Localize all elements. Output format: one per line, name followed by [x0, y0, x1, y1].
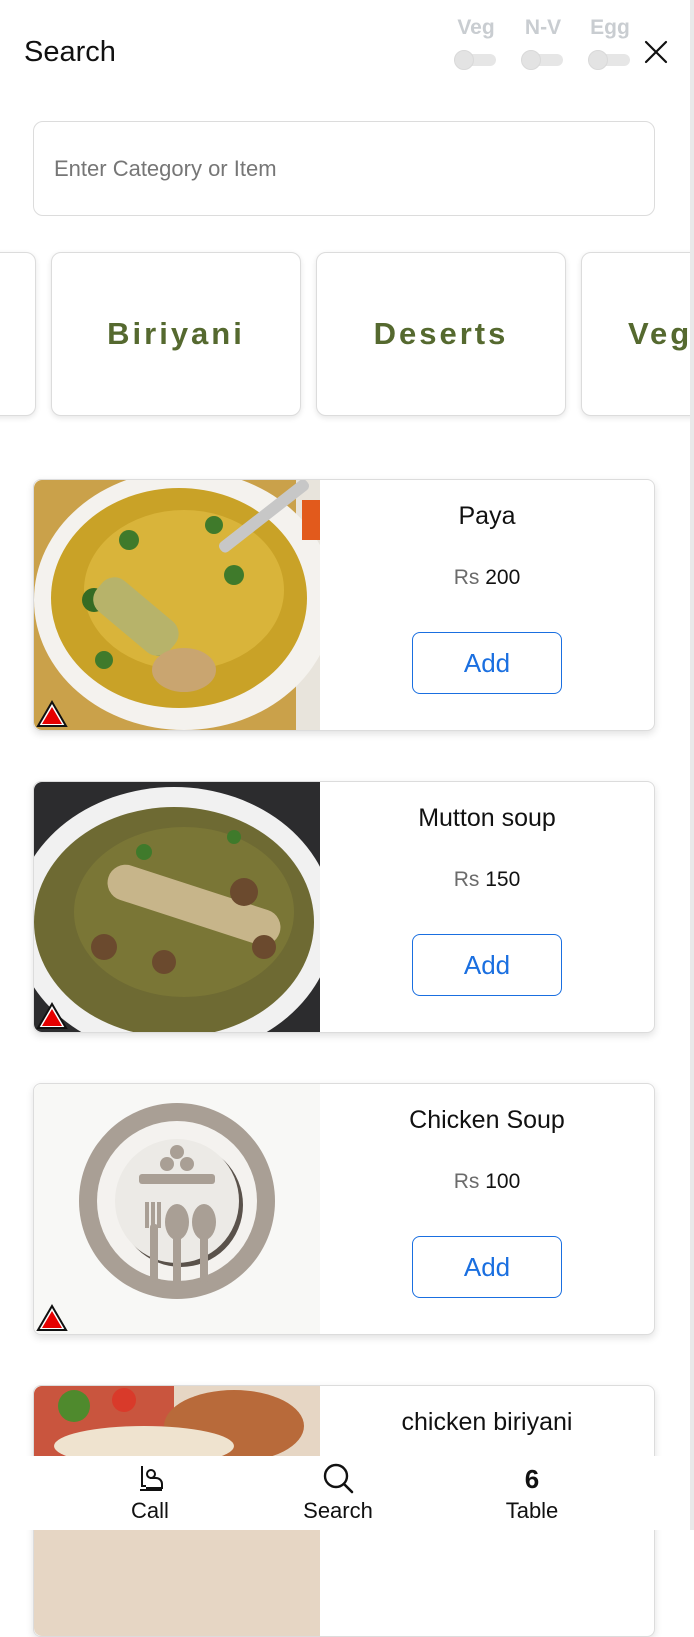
soup-photo [34, 480, 320, 730]
filter-veg-label: Veg [457, 16, 495, 39]
filter-veg[interactable]: Veg [448, 16, 504, 70]
add-button[interactable]: Add [412, 1236, 562, 1298]
egg-toggle[interactable] [588, 50, 630, 70]
diet-filters: Veg N-V Egg [448, 16, 638, 86]
veg-toggle[interactable] [454, 50, 496, 70]
non-veg-icon [36, 1304, 68, 1331]
price-value: 200 [485, 566, 521, 589]
add-button[interactable]: Add [412, 934, 562, 996]
category-card-biriyani[interactable]: Biriyani [51, 252, 301, 416]
nav-call[interactable]: Call [90, 1456, 210, 1524]
nav-table-label: Table [505, 1498, 559, 1523]
category-card-veg[interactable]: Veg [581, 252, 690, 416]
soup-photo [34, 782, 320, 1032]
nav-search-label: Search [303, 1498, 373, 1523]
search-icon [323, 1463, 354, 1494]
search-input[interactable] [33, 121, 655, 216]
filter-nonveg[interactable]: N-V [515, 16, 571, 70]
non-veg-icon [36, 700, 68, 727]
page-title: Search [24, 36, 116, 68]
toggle-knob [521, 50, 541, 70]
menu-item-card: Paya Rs 200 Add [33, 479, 655, 731]
nav-call-label: Call [131, 1498, 169, 1523]
item-info: Chicken Soup Rs 100 Add [320, 1084, 654, 1334]
currency-label: Rs [453, 1170, 480, 1193]
item-name: chicken biriyani [401, 1408, 573, 1436]
category-card[interactable] [0, 252, 36, 416]
menu-item-card: Chicken Soup Rs 100 Add [33, 1083, 655, 1335]
item-image [34, 782, 320, 1032]
price-value: 100 [485, 1170, 521, 1193]
nav-table[interactable]: 6 Table [472, 1456, 592, 1524]
currency-label: Rs [453, 566, 480, 589]
waiter-icon [140, 1466, 163, 1491]
item-image [34, 1084, 320, 1334]
page-edge [690, 0, 694, 1530]
toggle-knob [454, 50, 474, 70]
toggle-knob [588, 50, 608, 70]
nonveg-toggle[interactable] [521, 50, 563, 70]
item-name: Chicken Soup [409, 1106, 565, 1134]
menu-item-card: Mutton soup Rs 150 Add [33, 781, 655, 1033]
item-price: Rs 100 [320, 1170, 654, 1194]
item-price: Rs 150 [320, 868, 654, 892]
filter-nonveg-label: N-V [524, 16, 562, 39]
price-value: 150 [485, 868, 521, 891]
currency-label: Rs [453, 868, 480, 891]
placeholder-plate-icon [79, 1103, 275, 1299]
non-veg-icon [36, 1002, 68, 1029]
category-card-deserts[interactable]: Deserts [316, 252, 566, 416]
filter-egg-label: Egg [590, 16, 630, 39]
item-info: Mutton soup Rs 150 Add [320, 782, 654, 1032]
table-number: 6 [524, 1464, 540, 1494]
bottom-navigation: Call Search 6 Table [0, 1456, 690, 1530]
item-info: Paya Rs 200 Add [320, 480, 654, 730]
item-name: Mutton soup [418, 804, 556, 832]
filter-egg[interactable]: Egg [582, 16, 638, 70]
close-icon[interactable] [640, 36, 672, 68]
add-button[interactable]: Add [412, 632, 562, 694]
nav-search[interactable]: Search [278, 1456, 398, 1524]
item-name: Paya [458, 502, 516, 530]
item-price: Rs 200 [320, 566, 654, 590]
category-carousel[interactable]: Biriyani Deserts Veg [0, 248, 690, 423]
item-image [34, 480, 320, 730]
